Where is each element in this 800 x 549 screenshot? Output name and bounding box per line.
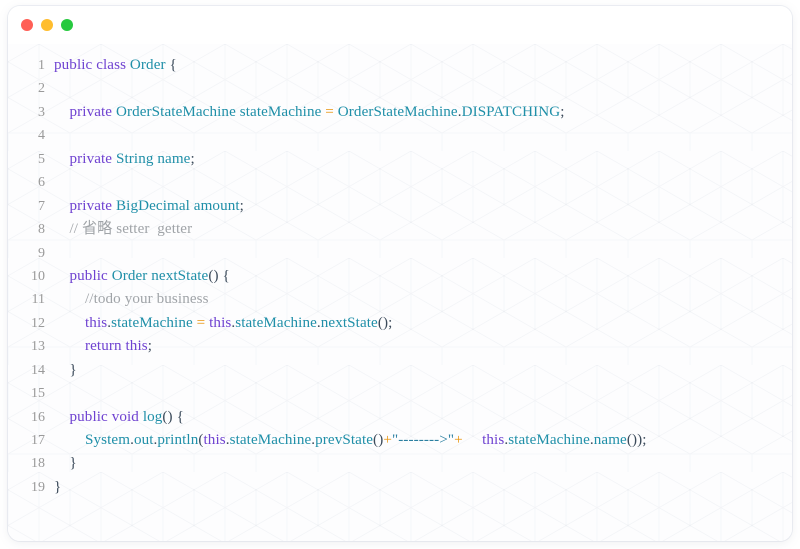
code-line: 3 private OrderStateMachine stateMachine… bbox=[8, 101, 792, 124]
line-number: 13 bbox=[31, 339, 45, 355]
line-code[interactable]: private String name; bbox=[54, 148, 792, 171]
code-line: 1 public class Order { bbox=[8, 54, 792, 77]
code-line: 2 bbox=[8, 77, 792, 100]
code-line: 7 private BigDecimal amount; bbox=[8, 195, 792, 218]
line-code[interactable]: public class Order { bbox=[54, 54, 792, 77]
line-number: 3 bbox=[38, 104, 45, 120]
line-code[interactable]: this.stateMachine = this.stateMachine.ne… bbox=[54, 312, 792, 335]
line-number: 12 bbox=[31, 315, 45, 331]
line-number: 5 bbox=[38, 151, 45, 167]
code-content: 1 public class Order { 2 3 private OrderSta… bbox=[8, 44, 792, 499]
line-code[interactable]: public Order nextState() { bbox=[54, 265, 792, 288]
code-line: 4 bbox=[8, 124, 792, 147]
line-number: 8 bbox=[38, 222, 45, 238]
line-number: 1 bbox=[38, 58, 45, 73]
line-code[interactable]: private OrderStateMachine stateMachine =… bbox=[54, 101, 792, 124]
code-line: 15 bbox=[8, 382, 792, 405]
line-number: 14 bbox=[31, 362, 45, 378]
line-number: 15 bbox=[31, 386, 45, 402]
code-line: 16 public void log() { bbox=[8, 406, 792, 429]
code-window: 1 public class Order { 2 3 private OrderSta… bbox=[8, 6, 792, 541]
code-line: 18 } bbox=[8, 452, 792, 475]
line-number: 17 bbox=[31, 433, 45, 448]
line-code[interactable]: //todo your business bbox=[54, 288, 792, 311]
line-code[interactable]: // 省略 setter getter bbox=[54, 218, 792, 241]
line-number: 18 bbox=[31, 456, 45, 472]
code-line: 10 public Order nextState() { bbox=[8, 265, 792, 288]
line-number: 10 bbox=[31, 268, 45, 284]
line-number: 4 bbox=[38, 128, 45, 144]
code-line: 12 this.stateMachine = this.stateMachine… bbox=[8, 312, 792, 335]
line-number: 2 bbox=[38, 81, 45, 97]
line-number: 9 bbox=[38, 245, 45, 261]
line-number: 19 bbox=[31, 479, 45, 495]
line-number: 6 bbox=[38, 175, 45, 191]
code-line: 8 // 省略 setter getter bbox=[8, 218, 792, 241]
line-code[interactable]: private BigDecimal amount; bbox=[54, 195, 792, 218]
maximize-button[interactable] bbox=[61, 19, 73, 31]
code-line: 11 //todo your business bbox=[8, 288, 792, 311]
code-editor[interactable]: 1 public class Order { 2 3 private OrderSta… bbox=[8, 44, 792, 541]
code-line: 19} bbox=[8, 476, 792, 499]
line-code[interactable]: System.out.println(this.stateMachine.pre… bbox=[54, 429, 792, 452]
code-line: 13 return this; bbox=[8, 335, 792, 358]
code-line: 5 private String name; bbox=[8, 148, 792, 171]
minimize-button[interactable] bbox=[41, 19, 53, 31]
window-titlebar bbox=[8, 6, 792, 44]
line-number: 11 bbox=[31, 292, 45, 308]
close-button[interactable] bbox=[21, 19, 33, 31]
code-line: 9 bbox=[8, 242, 792, 265]
line-code[interactable]: } bbox=[54, 452, 792, 475]
line-code[interactable]: return this; bbox=[54, 335, 792, 358]
code-line: 6 bbox=[8, 171, 792, 194]
code-line: 14 } bbox=[8, 359, 792, 382]
code-line: 17 System.out.println(this.stateMachine.… bbox=[8, 429, 792, 452]
line-number: 7 bbox=[38, 198, 45, 214]
line-code[interactable]: } bbox=[54, 359, 792, 382]
line-number: 16 bbox=[31, 409, 45, 425]
line-code[interactable]: public void log() { bbox=[54, 406, 792, 429]
line-code[interactable]: } bbox=[54, 476, 792, 499]
